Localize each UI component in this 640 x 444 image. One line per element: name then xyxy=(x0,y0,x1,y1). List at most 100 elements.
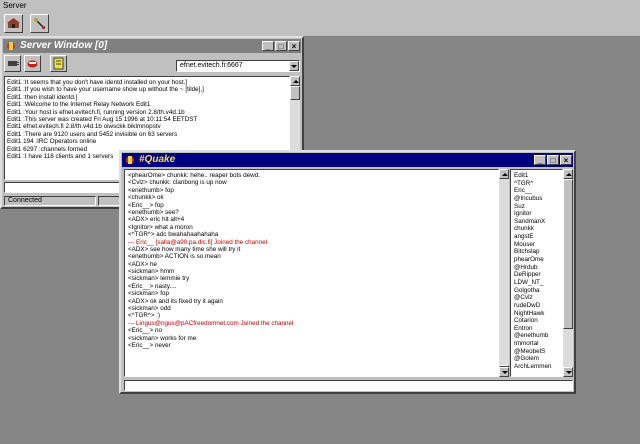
disconnect-icon xyxy=(27,60,38,68)
chat-message: <sickman> works for me xyxy=(128,334,197,342)
scroll-thumb[interactable] xyxy=(290,86,300,100)
nick-list-item[interactable]: angstE xyxy=(511,233,562,241)
chat-message: <sickman> lemmie try xyxy=(128,275,190,283)
nick-list-item[interactable]: @Incubus xyxy=(511,195,562,203)
channel-window-titlebar[interactable]: #Quake _ □ × xyxy=(122,153,573,167)
nick-list-item[interactable]: SandmanX xyxy=(511,218,562,226)
nick-list-scrollbar[interactable] xyxy=(563,169,573,377)
nick-list-item[interactable]: NightHawk xyxy=(511,310,562,318)
join-message: --- Eric__ [salla@a90.pa.dlc.fi] Joined … xyxy=(128,238,268,246)
nick-list-item[interactable]: chunkk xyxy=(511,225,562,233)
channel-scrollbar[interactable] xyxy=(499,169,509,377)
chat-message: <sickman> fop xyxy=(128,290,169,298)
scroll-down-button[interactable] xyxy=(563,367,573,377)
nick-list[interactable]: Edit1 ^TGR^ Eric__ @Incubus Suz Ignitor Sandma… xyxy=(510,169,563,377)
chat-message: <Eric__> nasty.... xyxy=(128,282,177,290)
nick-list-item[interactable]: Bitchslap xyxy=(511,248,562,256)
notepad-icon xyxy=(53,57,64,70)
server-line: Edit1 :There are 9120 users and 5452 inv… xyxy=(7,130,178,138)
chat-message: <Eric__> never xyxy=(128,341,171,349)
nick-list-item[interactable]: Entron xyxy=(511,325,562,333)
server-line: Edit1 :then install identd.] xyxy=(7,93,78,101)
nick-list-item[interactable]: ArchLemmen xyxy=(511,363,562,371)
channel-window-icon[interactable] xyxy=(124,154,136,166)
server-window-icon[interactable] xyxy=(5,40,17,52)
server-line: Edit1 194 :IRC Operators online xyxy=(7,138,97,146)
arrow-up-icon xyxy=(293,80,299,83)
channel-window: #Quake _ □ × <phearOme> chunkk: hehe.. r… xyxy=(119,150,576,394)
chat-message: <^TGR^> :) xyxy=(128,312,161,320)
arrow-down-icon xyxy=(566,371,572,374)
nick-list-item[interactable]: rudeDwD xyxy=(511,302,562,310)
close-button[interactable]: × xyxy=(560,155,572,165)
scroll-thumb[interactable] xyxy=(563,179,573,329)
server-connect-button[interactable] xyxy=(4,55,21,72)
connect-button[interactable] xyxy=(4,14,23,33)
chat-message: <enethumb> ACTION is so mean xyxy=(128,253,221,261)
maximize-button[interactable]: □ xyxy=(547,155,559,165)
server-select[interactable]: efnet.evitech.fi:6667 xyxy=(176,60,300,72)
minimize-button[interactable]: _ xyxy=(262,41,274,51)
server-select-value: efnet.evitech.fi:6667 xyxy=(180,62,243,69)
connection-status: Connected xyxy=(8,197,42,204)
nick-list-item[interactable]: @Golem xyxy=(511,355,562,363)
channel-input[interactable] xyxy=(124,380,573,391)
chat-message: <ADX> he xyxy=(128,260,158,268)
nick-list-item[interactable]: phearOme xyxy=(511,256,562,264)
server-line: Edit1 :This server was created Fri Aug 1… xyxy=(7,115,198,123)
chat-message: <phearOme> chunkk: hehe.. reaper bots de… xyxy=(128,172,260,179)
nick-list-item[interactable]: Eric__ xyxy=(511,187,562,195)
scroll-up-button[interactable] xyxy=(563,169,573,179)
nick-list-item[interactable]: ^TGR^ xyxy=(511,180,562,188)
scroll-up-button[interactable] xyxy=(290,76,300,86)
chat-message: <enethumb> see? xyxy=(128,208,179,216)
server-line: Edit1 :Welcome to the Internet Relay Net… xyxy=(7,101,151,109)
server-line: Edit1 :Your host is efnet.evitech.fi, ru… xyxy=(7,108,185,116)
minimize-button[interactable]: _ xyxy=(534,155,546,165)
nick-list-item[interactable]: @Hrdub xyxy=(511,264,562,272)
nick-list-item[interactable]: @MeobelS xyxy=(511,348,562,356)
join-message: --- Lingus@ngus@pACfreedomnet.com Joined… xyxy=(128,319,294,327)
channel-window-title: #Quake xyxy=(139,154,176,165)
close-button[interactable]: × xyxy=(288,41,300,51)
chat-message: <chunkk> ok xyxy=(128,194,164,202)
arrow-down-icon xyxy=(502,371,508,374)
channel-output[interactable]: <phearOme> chunkk: hehe.. reaper bots de… xyxy=(124,169,499,377)
menu-item-server[interactable]: Server xyxy=(3,1,27,10)
chevron-down-icon xyxy=(291,65,297,68)
chat-message: <ADX> eric hit alt+4 xyxy=(128,216,185,224)
scroll-up-button[interactable] xyxy=(499,169,509,179)
arrow-up-icon xyxy=(502,173,508,176)
server-disconnect-button[interactable] xyxy=(24,55,41,72)
scroll-down-button[interactable] xyxy=(499,367,509,377)
nick-list-item[interactable]: Mouser xyxy=(511,241,562,249)
nick-list-item[interactable]: Cotarion xyxy=(511,317,562,325)
server-info-button[interactable] xyxy=(50,55,67,72)
chat-message: <ADX> ok and its fixed try it again xyxy=(128,297,223,305)
server-status-bar: Connected xyxy=(4,196,96,206)
server-line: Edit1 :It seems that you don't have iden… xyxy=(7,79,188,86)
server-line: Edit1 efnet.evitech.fi 2.8/th.v4d.1b oiw… xyxy=(7,123,161,131)
arrow-up-icon xyxy=(566,173,572,176)
server-line: Edit1 :If you wish to have your username… xyxy=(7,86,204,94)
maximize-button[interactable]: □ xyxy=(275,41,287,51)
nick-list-item[interactable]: Immortal xyxy=(511,340,562,348)
chat-message: <enethumb> fop xyxy=(128,186,174,194)
options-button[interactable] xyxy=(30,14,49,33)
nick-list-item[interactable]: Edit1 xyxy=(511,172,562,180)
nick-list-item[interactable]: DeRipper xyxy=(511,271,562,279)
chat-message: <sickman> hmm xyxy=(128,268,175,276)
nick-list-item[interactable]: @enethumb xyxy=(511,332,562,340)
nick-list-item[interactable]: Golgotha xyxy=(511,287,562,295)
server-select-dropdown-button[interactable] xyxy=(289,61,299,71)
nick-list-item[interactable]: Suz xyxy=(511,203,562,211)
chat-message: <sickman> odd xyxy=(128,305,171,313)
chat-message: <ADX> see how many time she will try it xyxy=(128,245,241,253)
server-window-title: Server Window [0] xyxy=(20,40,108,51)
server-window-titlebar[interactable]: Server Window [0] _ □ × xyxy=(3,39,301,53)
nick-list-item[interactable]: Ignitor xyxy=(511,210,562,218)
chat-message: <Ignitor> what a moron xyxy=(128,223,193,231)
chat-message: <Eric__> no xyxy=(128,327,162,335)
nick-list-item[interactable]: LDW_NT_ xyxy=(511,279,562,287)
nick-list-item[interactable]: @Cvlz xyxy=(511,294,562,302)
